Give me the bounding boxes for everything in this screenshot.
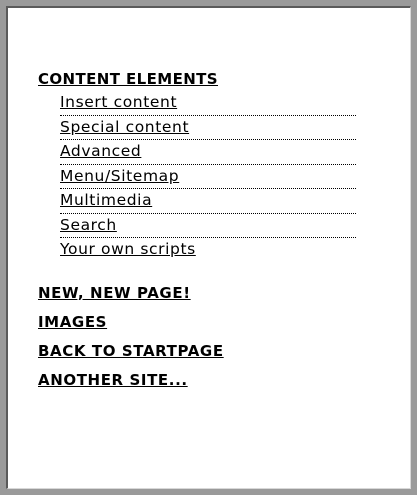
menu-frame: CONTENT ELEMENTS Insert content Special … <box>6 6 411 489</box>
another-site-link[interactable]: ANOTHER SITE... <box>38 366 368 395</box>
submenu-item-insert-content: Insert content <box>60 91 356 116</box>
search-link[interactable]: Search <box>60 214 117 236</box>
submenu-item-multimedia: Multimedia <box>60 189 356 214</box>
content-elements-submenu: Insert content Special content Advanced … <box>60 91 356 263</box>
special-content-link[interactable]: Special content <box>60 116 189 138</box>
main-links: NEW, NEW PAGE! IMAGES BACK TO STARTPAGE … <box>38 279 368 395</box>
back-to-startpage-link[interactable]: BACK TO STARTPAGE <box>38 337 368 366</box>
insert-content-link[interactable]: Insert content <box>60 91 177 113</box>
content-elements-link[interactable]: CONTENT ELEMENTS <box>38 70 368 88</box>
submenu-item-advanced: Advanced <box>60 140 356 165</box>
menu-sitemap-link[interactable]: Menu/Sitemap <box>60 165 179 187</box>
images-link[interactable]: IMAGES <box>38 308 368 337</box>
submenu-item-your-own-scripts: Your own scripts <box>60 238 356 263</box>
advanced-link[interactable]: Advanced <box>60 140 141 162</box>
submenu-item-menu-sitemap: Menu/Sitemap <box>60 165 356 189</box>
submenu-item-special-content: Special content <box>60 116 356 140</box>
multimedia-link[interactable]: Multimedia <box>60 189 152 211</box>
submenu-item-search: Search <box>60 214 356 238</box>
your-own-scripts-link[interactable]: Your own scripts <box>60 238 196 260</box>
navigation-menu: CONTENT ELEMENTS Insert content Special … <box>38 70 368 395</box>
new-page-link[interactable]: NEW, NEW PAGE! <box>38 279 368 308</box>
